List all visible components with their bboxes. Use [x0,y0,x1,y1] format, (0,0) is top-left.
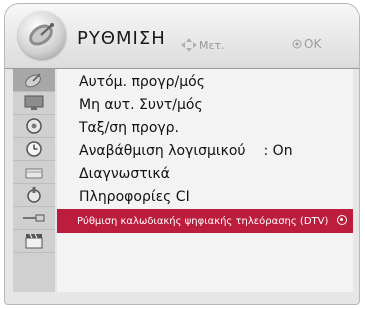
sidebar-item-picture[interactable] [13,92,55,115]
software-update-value: : On [263,143,293,159]
menu-header: ΡΥΘΜΙΣΗ Μετ. OK [5,4,359,69]
satellite-dish-icon [18,11,66,59]
ok-hint-label: OK [304,37,322,51]
menu-item-label: Αναβάθμιση λογισμικού [79,143,246,159]
page-title: ΡΥΘΜΙΣΗ [77,28,166,49]
menu-item-label: Διαγνωστικά [79,166,170,182]
move-hint: Μετ. [181,38,225,52]
tv-screen-icon [24,95,44,110]
clock-icon [26,141,42,157]
sidebar-item-lock[interactable] [13,161,55,184]
menu-item-label: Πληροφορίες CI [79,189,190,205]
sidebar-item-setup[interactable] [13,69,55,92]
setup-menu-window: ΡΥΘΜΙΣΗ Μετ. OK Αυτόμ. προγρ/μός Μη αυτ.… [5,4,359,304]
category-sidebar [13,69,55,292]
menu-item-software-update[interactable]: Αναβάθμιση λογισμικού : On [57,139,353,163]
menu-item-label: Μη αυτ. Συντ/μός [79,97,203,113]
usb-icon [23,214,45,222]
ok-button-icon [292,39,302,49]
sidebar-item-option[interactable] [13,184,55,207]
menu-item-diagnostics[interactable]: Διαγνωστικά [57,162,353,186]
menu-item-manual-tuning[interactable]: Μη αυτ. Συντ/μός [57,93,353,117]
menu-item-auto-tuning[interactable]: Αυτόμ. προγρ/μός [57,70,353,94]
menu-item-cable-dtv-setting[interactable]: Ρύθμιση καλωδιακής ψηφιακής τηλεόρασης (… [57,209,353,233]
option-icon [27,187,41,203]
lock-icon [25,168,43,179]
menu-item-list: Αυτόμ. προγρ/μός Μη αυτ. Συντ/μός Ταξ/ση… [57,69,353,292]
sidebar-item-usb[interactable] [13,207,55,230]
menu-item-ci-information[interactable]: Πληροφορίες CI [57,185,353,209]
satellite-icon [25,73,41,88]
move-hint-label: Μετ. [199,38,225,52]
sidebar-item-time[interactable] [13,138,55,161]
ok-hint: OK [292,37,321,51]
menu-item-label: Ταξ/ση προγρ. [79,120,180,136]
menu-item-programme-edit[interactable]: Ταξ/ση προγρ. [57,116,353,140]
clapper-icon [25,233,43,249]
arrows-icon [181,38,197,52]
selected-radio-icon [337,215,347,225]
menu-item-label: Αυτόμ. προγρ/μός [79,74,205,90]
sidebar-item-media[interactable] [13,230,55,253]
menu-item-label: Ρύθμιση καλωδιακής ψηφιακής τηλεόρασης (… [77,215,329,227]
gear-icon [26,118,42,134]
sidebar-item-audio[interactable] [13,115,55,138]
